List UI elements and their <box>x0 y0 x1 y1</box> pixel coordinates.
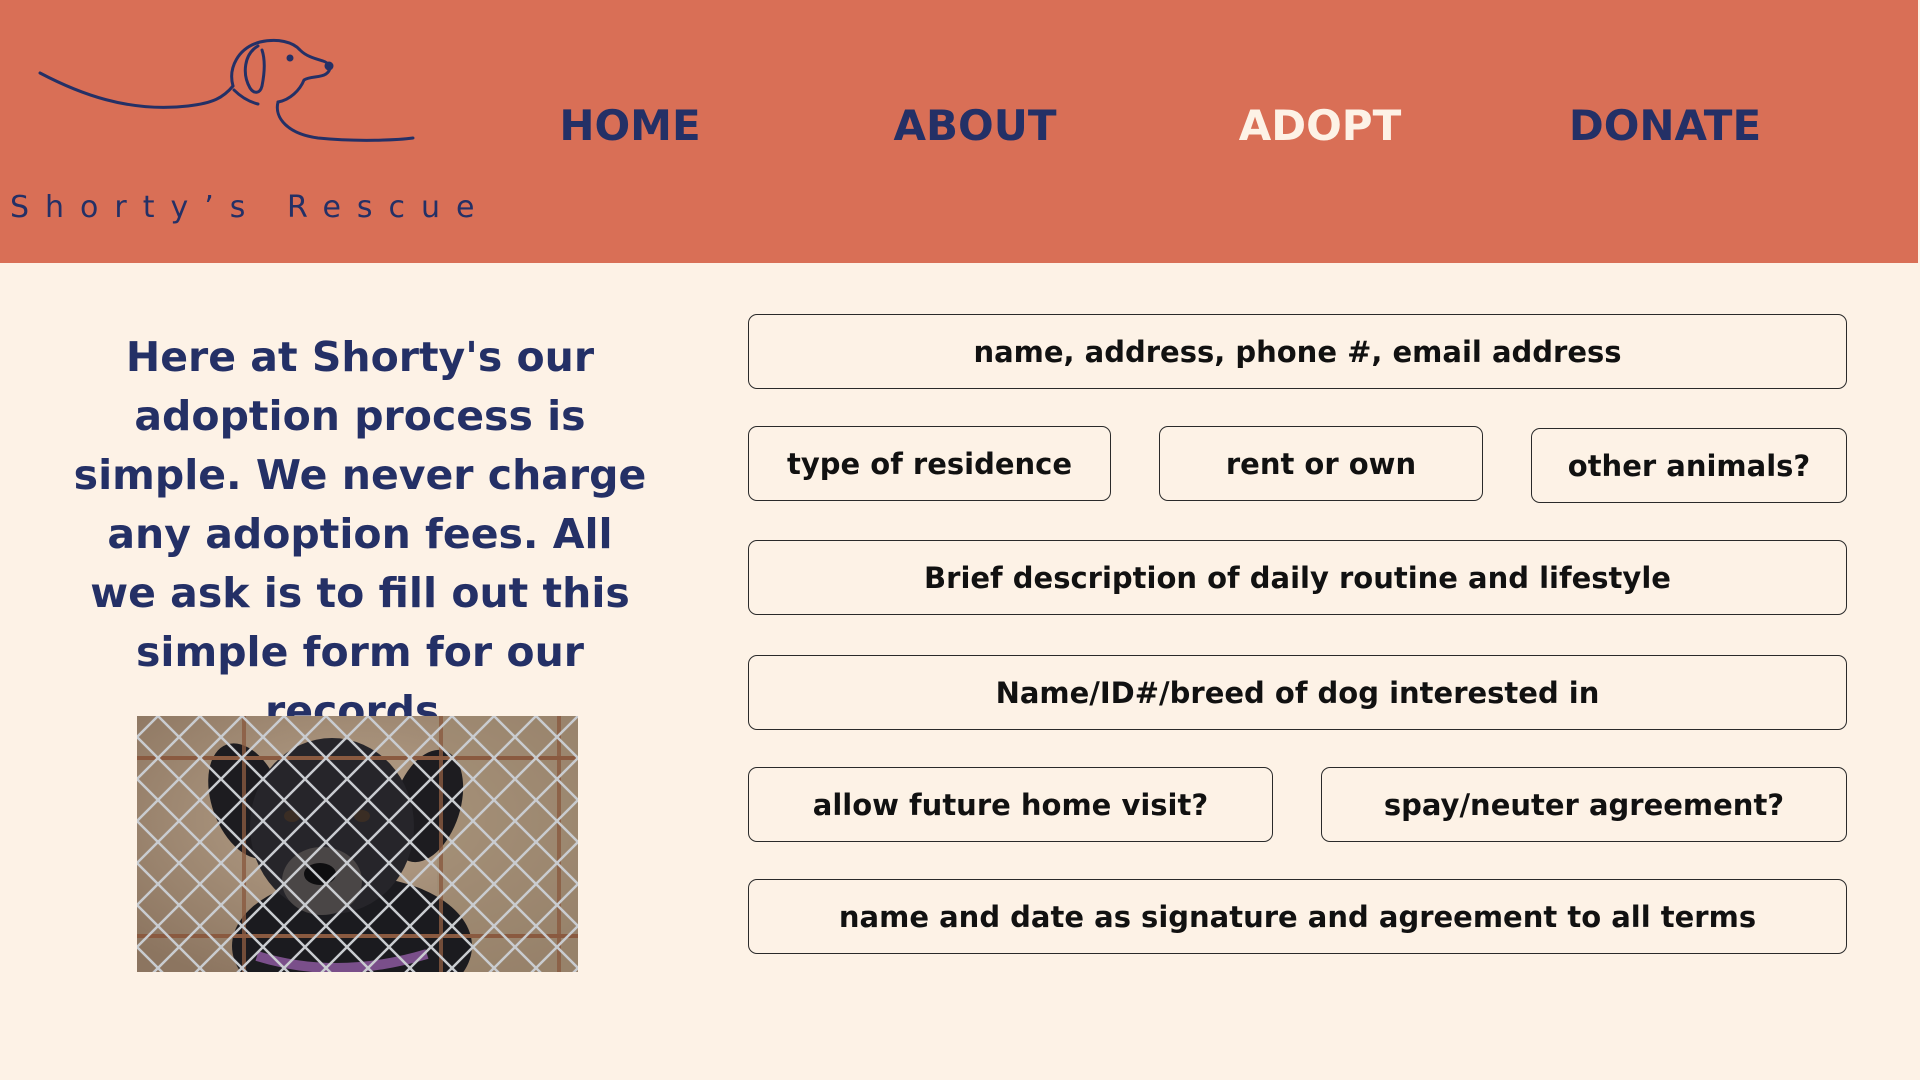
nav-donate[interactable]: DONATE <box>1560 100 1770 152</box>
residence-type-field[interactable]: type of residence <box>748 426 1111 501</box>
nav-home[interactable]: HOME <box>540 100 720 152</box>
nav-adopt[interactable]: ADOPT <box>1230 100 1410 152</box>
signature-field[interactable]: name and date as signature and agreement… <box>748 879 1847 954</box>
nav-about[interactable]: ABOUT <box>880 100 1070 152</box>
spay-neuter-field[interactable]: spay/neuter agreement? <box>1321 767 1847 842</box>
site-header: Shorty’s Rescue HOME ABOUT ADOPT DONATE <box>0 0 1918 263</box>
other-animals-field[interactable]: other animals? <box>1531 428 1847 503</box>
contact-info-field[interactable]: name, address, phone #, email address <box>748 314 1847 389</box>
daily-routine-field[interactable]: Brief description of daily routine and l… <box>748 540 1847 615</box>
home-visit-field[interactable]: allow future home visit? <box>748 767 1273 842</box>
adoption-intro-text: Here at Shorty's our adoption process is… <box>73 333 647 735</box>
page: Shorty’s Rescue HOME ABOUT ADOPT DONATE … <box>0 0 1920 1080</box>
site-logo[interactable]: Shorty’s Rescue <box>10 20 475 240</box>
dog-behind-fence-photo <box>137 716 578 972</box>
dog-logo-icon <box>38 38 415 142</box>
rent-or-own-field[interactable]: rent or own <box>1159 426 1483 501</box>
logo-text: Shorty’s Rescue <box>10 190 491 225</box>
dog-interest-field[interactable]: Name/ID#/breed of dog interested in <box>748 655 1847 730</box>
